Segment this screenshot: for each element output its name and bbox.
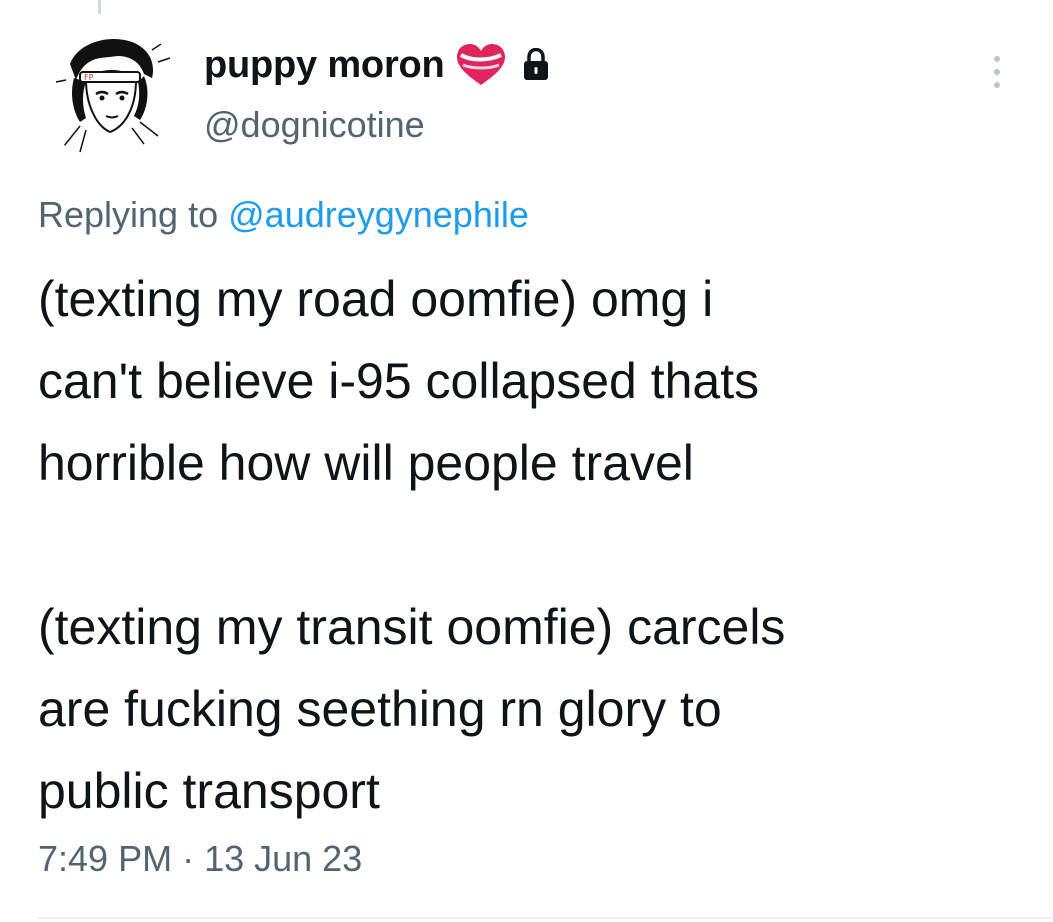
svg-text:FP: FP [84, 73, 94, 82]
more-dot-icon [994, 56, 1000, 62]
more-options-button[interactable] [982, 44, 1012, 100]
tweet-line: horrible how will people travel [38, 435, 694, 491]
tweet-line: public transport [38, 763, 380, 819]
tweet-line: (texting my road oomfie) omg i [38, 271, 714, 327]
tweet-line: can't believe i-95 collapsed thats [38, 353, 760, 409]
tweet-blank-line [38, 504, 1038, 586]
more-dot-icon [994, 69, 1000, 75]
tweet-timestamp[interactable]: 7:49 PM · 13 Jun 23 [38, 838, 362, 880]
replying-to-line: Replying to @audreygynephile [38, 194, 529, 236]
reply-mention-link[interactable]: @audreygynephile [228, 194, 529, 235]
divider [38, 917, 1053, 919]
display-name[interactable]: puppy moron [204, 44, 445, 87]
heart-icon [456, 44, 505, 85]
tweet-date: 13 Jun 23 [204, 838, 363, 879]
avatar-drawing-icon: FP [55, 38, 171, 153]
timestamp-separator: · [182, 838, 195, 879]
more-dot-icon [994, 82, 1000, 88]
tweet-text: (texting my road oomfie) omg i can't bel… [38, 258, 1038, 832]
lock-icon [523, 48, 548, 80]
author-name-row: puppy moron [204, 40, 551, 90]
avatar[interactable]: FP [40, 22, 180, 162]
thread-connector-line [98, 0, 101, 14]
author-handle[interactable]: @dognicotine [204, 104, 425, 146]
tweet-line: are fucking seething rn glory to [38, 681, 722, 737]
tweet-time: 7:49 PM [38, 838, 173, 879]
tweet-line: (texting my transit oomfie) carcels [38, 599, 786, 655]
replying-prefix: Replying to [38, 194, 219, 235]
